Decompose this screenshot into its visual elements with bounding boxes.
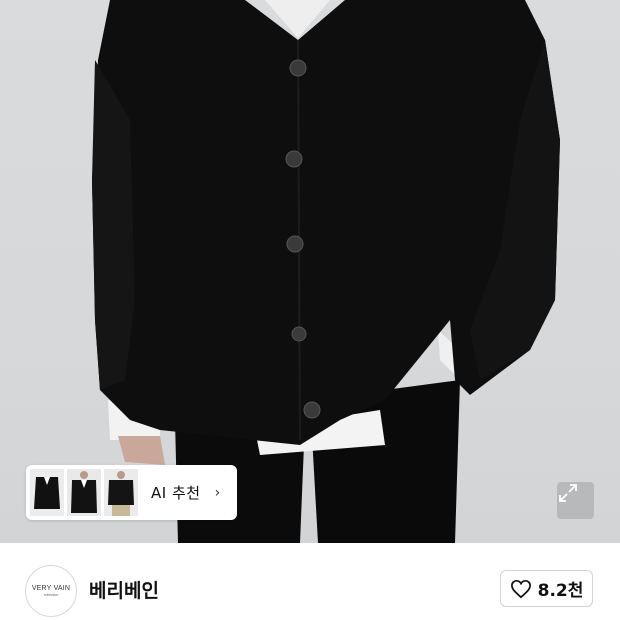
like-button[interactable]: 8.2천 (500, 570, 593, 607)
product-image[interactable]: AI 추천 › (0, 0, 620, 543)
logo-text: VERY VAIN (31, 585, 71, 592)
chevron-right-icon: › (214, 484, 221, 501)
expand-arrows-icon (559, 484, 577, 502)
ai-thumbnail-2 (67, 469, 101, 516)
ai-thumbnail-1 (30, 469, 64, 516)
ai-recommend-label: AI 추천 (151, 484, 201, 502)
brand-logo[interactable]: VERY VAIN collection (25, 565, 77, 617)
logo-subtext: collection (43, 593, 59, 597)
like-count: 8.2천 (537, 581, 584, 601)
expand-image-button[interactable] (557, 482, 594, 519)
heart-outline-icon (510, 579, 531, 598)
ai-recommend-card[interactable]: AI 추천 › (26, 465, 237, 520)
cardigan-model-illustration (92, 0, 560, 543)
ai-thumbnails (30, 469, 138, 516)
ai-thumbnail-3 (104, 469, 138, 516)
brand-name[interactable]: 베리베인 (89, 576, 159, 603)
